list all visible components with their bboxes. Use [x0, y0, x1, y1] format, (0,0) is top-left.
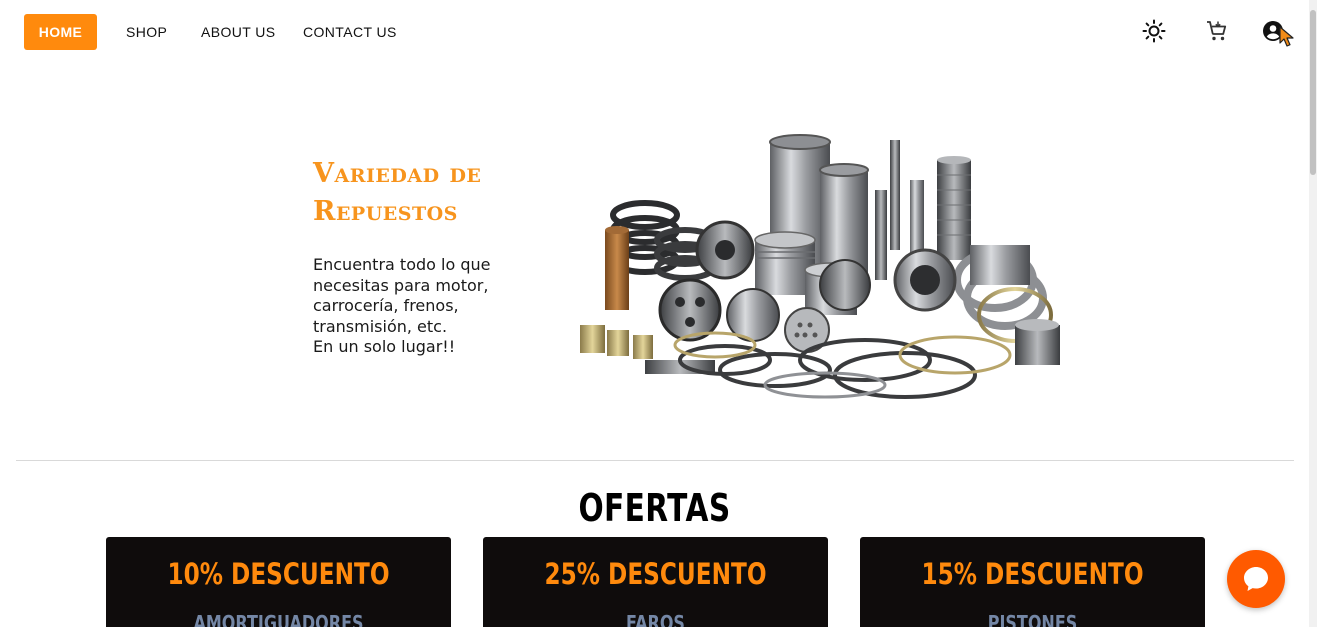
hero-title: Variedad de Repuestos: [313, 155, 481, 231]
offer-card-amortiguadores[interactable]: 10% DESCUENTO AMORTIGUADORES: [106, 537, 451, 627]
hero-text-line: carrocería, frenos,: [313, 296, 459, 315]
nav-contact-link[interactable]: CONTACT US: [303, 14, 397, 50]
section-divider: [16, 460, 1294, 461]
hero-text-line: transmisión, etc.: [313, 316, 448, 336]
offer-category: FAROS: [626, 611, 685, 627]
chat-bubble-icon: [1244, 567, 1268, 591]
offer-category: PISTONES: [987, 611, 1078, 627]
offer-discount: 15% DESCUENTO: [921, 557, 1144, 591]
top-navbar: HOME SHOP ABOUT US CONTACT US: [0, 0, 1309, 62]
page-scrollbar[interactable]: [1309, 0, 1317, 627]
nav-about-link[interactable]: ABOUT US: [201, 14, 276, 50]
ofertas-heading: OFERTAS: [578, 486, 731, 530]
mouse-cursor-icon: [1279, 26, 1294, 47]
nav-shop-link[interactable]: SHOP: [126, 14, 167, 50]
cart-icon: [1207, 21, 1227, 41]
chat-button[interactable]: [1227, 550, 1285, 608]
offer-discount: 10% DESCUENTO: [167, 557, 390, 591]
offer-card-pistones[interactable]: 15% DESCUENTO PISTONES: [860, 537, 1205, 627]
hero-text-line: necesitas para motor,: [313, 275, 489, 295]
hero-banner: Variedad de Repuestos Encuentra todo lo …: [300, 110, 1090, 440]
auto-parts-image: [580, 134, 1060, 399]
cart-button[interactable]: [1203, 17, 1231, 45]
offer-category: AMORTIGUADORES: [193, 611, 364, 627]
hero-description: Encuentra todo lo que necesitas para mot…: [313, 255, 553, 358]
hero-text-line: En un solo lugar!!: [313, 337, 456, 356]
hero-title-line: Variedad de: [313, 158, 482, 189]
offer-card-faros[interactable]: 25% DESCUENTO FAROS: [483, 537, 828, 627]
offer-discount: 25% DESCUENTO: [544, 557, 767, 591]
hero-title-line: Repuestos: [313, 196, 458, 227]
nav-home-button[interactable]: HOME: [24, 14, 97, 50]
theme-toggle-button[interactable]: [1140, 17, 1168, 45]
hero-text-line: Encuentra todo lo que: [313, 255, 491, 274]
sun-icon: [1142, 19, 1166, 43]
scrollbar-thumb[interactable]: [1310, 10, 1316, 175]
